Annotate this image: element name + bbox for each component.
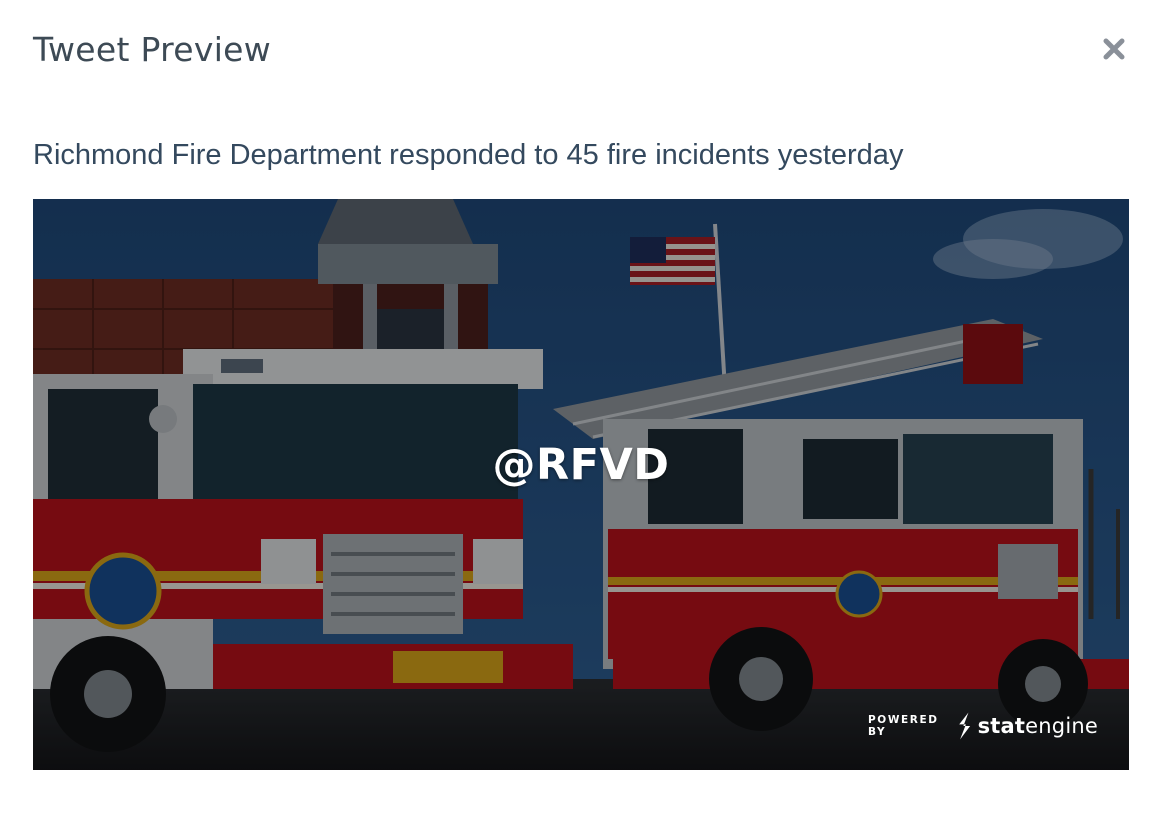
powered-by-badge: POWERED BY statengine — [868, 706, 1098, 746]
close-icon — [1103, 38, 1125, 60]
statengine-logo-icon — [959, 712, 971, 740]
tweet-image-preview: @RFVD POWERED BY statengine — [33, 199, 1129, 770]
twitter-handle-overlay: @RFVD — [492, 440, 670, 490]
statengine-brand: statengine — [978, 714, 1098, 738]
tweet-text: Richmond Fire Department responded to 45… — [33, 139, 904, 171]
close-button[interactable] — [1098, 33, 1130, 65]
modal-title: Tweet Preview — [33, 30, 272, 69]
brand-strong-part: stat — [977, 714, 1026, 738]
powered-by-label: POWERED BY — [868, 714, 939, 738]
brand-light-part: engine — [1025, 714, 1098, 738]
